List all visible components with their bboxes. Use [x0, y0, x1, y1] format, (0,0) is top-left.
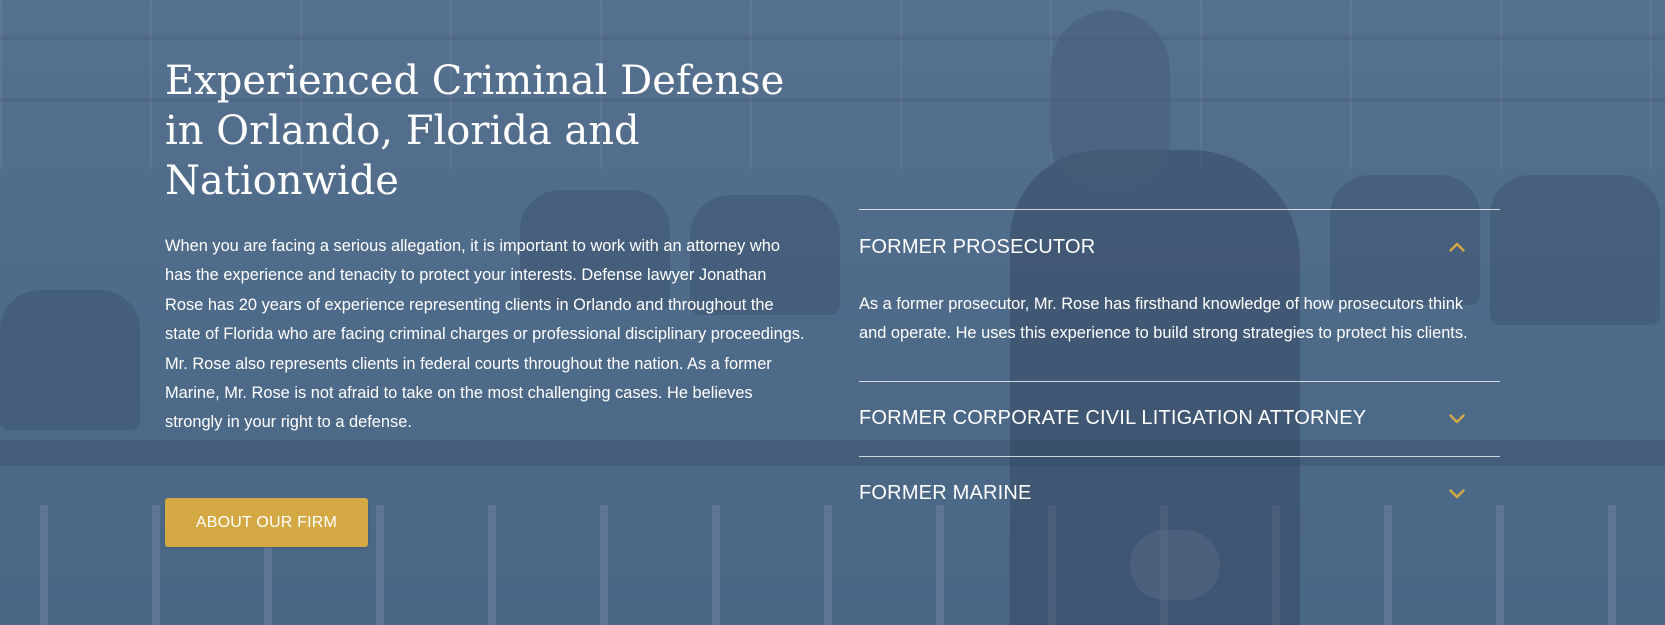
accordion-header-former-marine[interactable]: Former Marine: [859, 457, 1500, 531]
accordion-title: Former Prosecutor: [859, 235, 1096, 258]
chevron-down-icon[interactable]: [1448, 485, 1466, 503]
chevron-up-icon[interactable]: [1448, 238, 1466, 256]
accordion-item-former-prosecutor: Former Prosecutor As a former prosecutor…: [859, 209, 1500, 381]
about-our-firm-button[interactable]: About Our Firm: [165, 498, 368, 547]
accordion-title: Former Corporate Civil Litigation Attorn…: [859, 407, 1367, 430]
chevron-down-icon[interactable]: [1448, 410, 1466, 428]
accordion-item-former-marine: Former Marine: [859, 455, 1500, 531]
hero-section: Experienced Criminal Defense in Orlando,…: [0, 0, 1665, 625]
accordion-body-former-prosecutor: As a former prosecutor, Mr. Rose has fir…: [859, 295, 1468, 343]
intro-paragraph: When you are facing a serious allegation…: [165, 237, 805, 432]
accordion-header-former-prosecutor[interactable]: Former Prosecutor: [859, 210, 1500, 284]
page-heading: Experienced Criminal Defense in Orlando,…: [165, 58, 785, 204]
credentials-accordion: Former Prosecutor As a former prosecutor…: [859, 209, 1500, 531]
accordion-title: Former Marine: [859, 482, 1032, 505]
accordion-item-former-corporate-civil-litigation-attorney: Former Corporate Civil Litigation Attorn…: [859, 380, 1500, 456]
accordion-header-former-corporate-civil-litigation-attorney[interactable]: Former Corporate Civil Litigation Attorn…: [859, 382, 1500, 456]
